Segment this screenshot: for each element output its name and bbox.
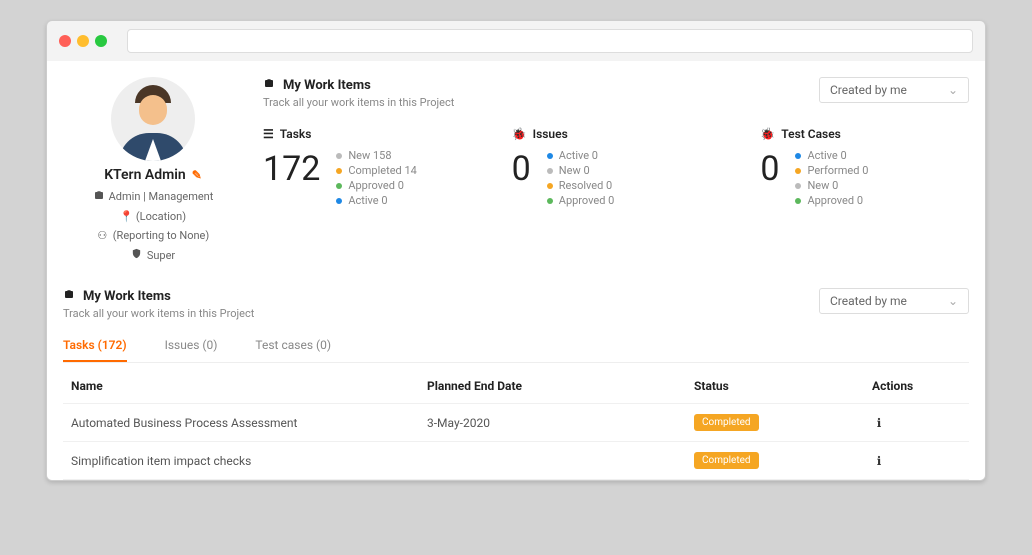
tab-tasks[interactable]: Tasks (172) [63, 330, 127, 362]
window-controls [59, 35, 107, 47]
workitems-subtitle: Track all your work items in this Projec… [263, 96, 454, 109]
stat-tasks: ☰ Tasks 172 New 158Completed 14Approved … [263, 127, 472, 209]
testcases-bullets: Active 0 Performed 0 New 0 Approved 0 [795, 149, 868, 209]
cell-actions: ℹ [872, 454, 961, 468]
bug-icon: 🐞 [760, 127, 775, 141]
col-name: Name [71, 379, 427, 393]
filter-dropdown-bottom[interactable]: Created by me ⌄ [819, 288, 969, 314]
testcases-count: 0 [760, 149, 779, 189]
profile-role: Admin | Management [93, 189, 214, 204]
col-status: Status [694, 379, 872, 393]
stat-bullet: Active 0 [795, 149, 868, 162]
avatar [111, 77, 195, 161]
tabs: Tasks (172) Issues (0) Test cases (0) [63, 330, 969, 363]
status-badge: Completed [694, 452, 759, 469]
issues-bullets: Active 0 New 0 Resolved 0 Approved 0 [547, 149, 615, 209]
shield-icon [131, 248, 142, 262]
stats-row: ☰ Tasks 172 New 158Completed 14Approved … [263, 127, 969, 209]
close-icon[interactable] [59, 35, 71, 47]
profile-card: KTern Admin ✎ Admin | Management 📍 (Loca… [63, 77, 243, 262]
profile-level: Super [131, 248, 175, 262]
page-content: KTern Admin ✎ Admin | Management 📍 (Loca… [47, 61, 985, 480]
info-icon[interactable]: ℹ [872, 416, 886, 430]
chevron-down-icon: ⌄ [948, 83, 958, 97]
col-actions: Actions [872, 379, 961, 393]
tab-test[interactable]: Test cases (0) [255, 330, 331, 362]
stat-bullet: Performed 0 [795, 164, 868, 177]
workitems-title: My Work Items [63, 288, 254, 304]
profile-name-row: KTern Admin ✎ [104, 167, 202, 183]
cell-status: Completed [694, 452, 872, 469]
stat-issues: 🐞 Issues 0 Active 0New 0Resolved 0Approv… [512, 127, 721, 209]
info-icon[interactable]: ℹ [872, 454, 886, 468]
workitems-title: My Work Items [263, 77, 454, 93]
briefcase-icon [93, 189, 104, 204]
tasks-bullets: New 158 Completed 14 Approved 0 Active 0 [336, 149, 417, 209]
minimize-icon[interactable] [77, 35, 89, 47]
overview-panel: My Work Items Track all your work items … [263, 77, 969, 262]
stat-bullet: Completed 14 [336, 164, 417, 177]
stat-bullet: Approved 0 [336, 179, 417, 192]
cell-actions: ℹ [872, 416, 961, 430]
stat-bullet: Resolved 0 [547, 179, 615, 192]
stat-bullet: Approved 0 [795, 194, 868, 207]
workitems-subtitle: Track all your work items in this Projec… [63, 307, 254, 320]
cell-status: Completed [694, 414, 872, 431]
cell-name: Automated Business Process Assessment [71, 416, 427, 430]
address-bar[interactable] [127, 29, 973, 53]
list-icon: ☰ [263, 127, 274, 141]
stat-testcases: 🐞 Test Cases 0 Active 0Performed 0New 0A… [760, 127, 969, 209]
stat-bullet: Active 0 [336, 194, 417, 207]
browser-titlebar [47, 21, 985, 61]
profile-reporting: ⚇ (Reporting to None) [97, 229, 209, 242]
status-badge: Completed [694, 414, 759, 431]
profile-location: 📍 (Location) [120, 210, 186, 223]
browser-window: KTern Admin ✎ Admin | Management 📍 (Loca… [46, 20, 986, 481]
cell-date: 3-May-2020 [427, 416, 694, 430]
pencil-icon[interactable]: ✎ [192, 168, 202, 182]
stat-bullet: New 158 [336, 149, 417, 162]
hierarchy-icon: ⚇ [97, 229, 108, 242]
filter-dropdown-top[interactable]: Created by me ⌄ [819, 77, 969, 103]
cell-name: Simplification item impact checks [71, 454, 427, 468]
bug-icon: 🐞 [512, 127, 527, 141]
pin-icon: 📍 [120, 210, 131, 223]
stat-bullet: New 0 [547, 164, 615, 177]
table-row[interactable]: Automated Business Process Assessment3-M… [63, 404, 969, 442]
briefcase-icon [63, 288, 75, 304]
workitems-header-top: My Work Items Track all your work items … [263, 77, 969, 109]
briefcase-icon [263, 77, 275, 93]
stat-bullet: Active 0 [547, 149, 615, 162]
profile-name: KTern Admin [104, 167, 186, 183]
table-row[interactable]: Simplification item impact checks Complet… [63, 442, 969, 480]
maximize-icon[interactable] [95, 35, 107, 47]
table-body: Automated Business Process Assessment3-M… [63, 404, 969, 480]
tasks-count: 172 [263, 149, 320, 189]
col-date: Planned End Date [427, 379, 694, 393]
stat-bullet: New 0 [795, 179, 868, 192]
table-header: Name Planned End Date Status Actions [63, 369, 969, 404]
stat-bullet: Approved 0 [547, 194, 615, 207]
chevron-down-icon: ⌄ [948, 294, 958, 308]
workitems-header-bottom: My Work Items Track all your work items … [63, 288, 969, 320]
top-section: KTern Admin ✎ Admin | Management 📍 (Loca… [63, 77, 969, 282]
tab-issues[interactable]: Issues (0) [165, 330, 218, 362]
workitems-section: My Work Items Track all your work items … [63, 282, 969, 480]
tasks-table: Name Planned End Date Status Actions Aut… [63, 369, 969, 480]
issues-count: 0 [512, 149, 531, 189]
